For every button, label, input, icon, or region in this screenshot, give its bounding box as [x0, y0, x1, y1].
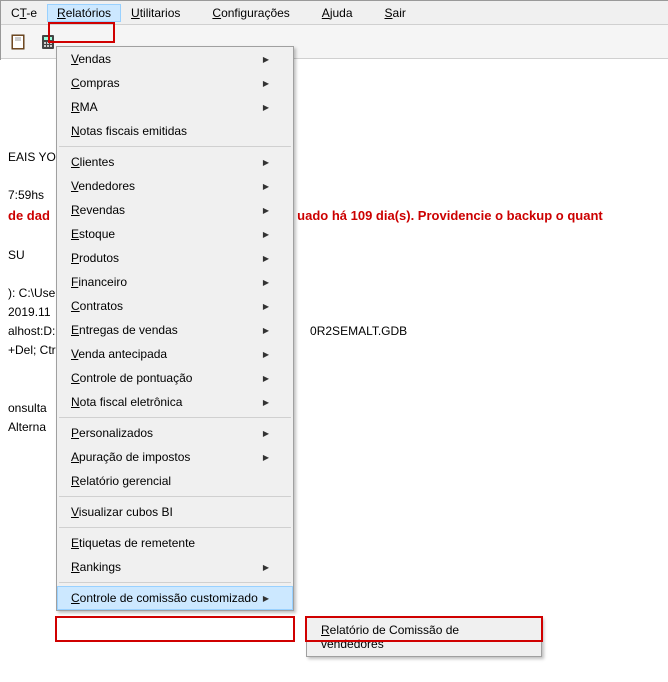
menu-item-venda-antecipada[interactable]: Venda antecipada ▶ [57, 342, 293, 366]
menu-item-visualizar-cubos-bi[interactable]: Visualizar cubos BI [57, 500, 293, 524]
menu-cte[interactable]: CT-e [1, 4, 47, 22]
submenu-arrow-icon: ▶ [263, 206, 269, 215]
submenu-arrow-icon: ▶ [263, 302, 269, 311]
menu-item-label: Entregas de vendas [71, 323, 178, 337]
menu-item-label: Relatório gerencial [71, 474, 171, 488]
submenu-arrow-icon: ▶ [263, 429, 269, 438]
menu-item-relatorio-gerencial[interactable]: Relatório gerencial [57, 469, 293, 493]
menu-item-personalizados[interactable]: Personalizados ▶ [57, 421, 293, 445]
menu-item-label: Personalizados [71, 426, 153, 440]
comissao-submenu: Relatório de Comissão de vendedores [306, 617, 542, 657]
toolbar-book-icon[interactable] [5, 29, 31, 55]
menu-item-label: Estoque [71, 227, 115, 241]
menu-item-estoque[interactable]: Estoque ▶ [57, 222, 293, 246]
menu-ajuda[interactable]: Ajuda [312, 4, 363, 22]
menu-separator [59, 146, 291, 147]
relatorios-dropdown: Vendas ▶ Compras ▶ RMA ▶ Notas fiscais emitida… [56, 46, 294, 611]
menu-item-label: Controle de comissão customizado [71, 591, 258, 605]
menu-sair[interactable]: Sair [375, 4, 416, 22]
menu-item-controle-de-comissao-customizado[interactable]: Controle de comissão customizado ▶ [57, 586, 293, 610]
menu-item-financeiro[interactable]: Financeiro ▶ [57, 270, 293, 294]
menubar: CT-e Relatórios Utilitarios Configuraçõe… [1, 1, 668, 25]
submenu-arrow-icon: ▶ [263, 158, 269, 167]
submenu-arrow-icon: ▶ [263, 230, 269, 239]
menu-item-label: Visualizar cubos BI [71, 505, 173, 519]
menu-relatorios[interactable]: Relatórios [47, 4, 121, 22]
menu-item-label: Vendas [71, 52, 111, 66]
submenu-arrow-icon: ▶ [263, 326, 269, 335]
submenu-arrow-icon: ▶ [263, 398, 269, 407]
menu-item-label: Contratos [71, 299, 123, 313]
menu-separator [59, 527, 291, 528]
submenu-arrow-icon: ▶ [263, 594, 269, 603]
menu-item-contratos[interactable]: Contratos ▶ [57, 294, 293, 318]
submenu-arrow-icon: ▶ [263, 79, 269, 88]
menu-item-label: Revendas [71, 203, 125, 217]
submenu-arrow-icon: ▶ [263, 278, 269, 287]
menu-item-compras[interactable]: Compras ▶ [57, 71, 293, 95]
menu-item-label: Vendedores [71, 179, 135, 193]
menu-configuracoes[interactable]: Configurações [202, 4, 299, 22]
menu-item-label: Clientes [71, 155, 114, 169]
menu-item-clientes[interactable]: Clientes ▶ [57, 150, 293, 174]
menu-separator [59, 496, 291, 497]
submenu-arrow-icon: ▶ [263, 254, 269, 263]
submenu-arrow-icon: ▶ [263, 374, 269, 383]
menu-separator [59, 582, 291, 583]
menu-item-label: Controle de pontuação [71, 371, 192, 385]
menu-item-rma[interactable]: RMA ▶ [57, 95, 293, 119]
menu-item-nota-fiscal-eletronica[interactable]: Nota fiscal eletrônica ▶ [57, 390, 293, 414]
submenu-relatorio-comissao-vendedores[interactable]: Relatório de Comissão de vendedores [307, 618, 541, 656]
menu-utilitarios[interactable]: Utilitarios [121, 4, 190, 22]
submenu-arrow-icon: ▶ [263, 350, 269, 359]
menu-item-rankings[interactable]: Rankings ▶ [57, 555, 293, 579]
menu-item-label: Produtos [71, 251, 119, 265]
submenu-arrow-icon: ▶ [263, 182, 269, 191]
menu-item-label: Apuração de impostos [71, 450, 190, 464]
menu-item-vendedores[interactable]: Vendedores ▶ [57, 174, 293, 198]
menu-item-label: RMA [71, 100, 98, 114]
menu-separator [59, 417, 291, 418]
menu-item-etiquetas-de-remetente[interactable]: Etiquetas de remetente [57, 531, 293, 555]
menu-item-label: Notas fiscais emitidas [71, 124, 187, 138]
menu-item-apuracao-de-impostos[interactable]: Apuração de impostos ▶ [57, 445, 293, 469]
menu-item-notas-fiscais-emitidas[interactable]: Notas fiscais emitidas [57, 119, 293, 143]
menu-item-revendas[interactable]: Revendas ▶ [57, 198, 293, 222]
menu-item-label: Venda antecipada [71, 347, 167, 361]
submenu-arrow-icon: ▶ [263, 563, 269, 572]
menu-item-label: Rankings [71, 560, 121, 574]
menu-item-label: Compras [71, 76, 120, 90]
submenu-arrow-icon: ▶ [263, 453, 269, 462]
menu-item-vendas[interactable]: Vendas ▶ [57, 47, 293, 71]
submenu-arrow-icon: ▶ [263, 55, 269, 64]
menu-item-label: Nota fiscal eletrônica [71, 395, 182, 409]
menu-item-controle-de-pontuacao[interactable]: Controle de pontuação ▶ [57, 366, 293, 390]
menu-item-produtos[interactable]: Produtos ▶ [57, 246, 293, 270]
menu-item-label: Etiquetas de remetente [71, 536, 195, 550]
submenu-arrow-icon: ▶ [263, 103, 269, 112]
menu-item-label: Financeiro [71, 275, 127, 289]
menu-item-entregas-de-vendas[interactable]: Entregas de vendas ▶ [57, 318, 293, 342]
